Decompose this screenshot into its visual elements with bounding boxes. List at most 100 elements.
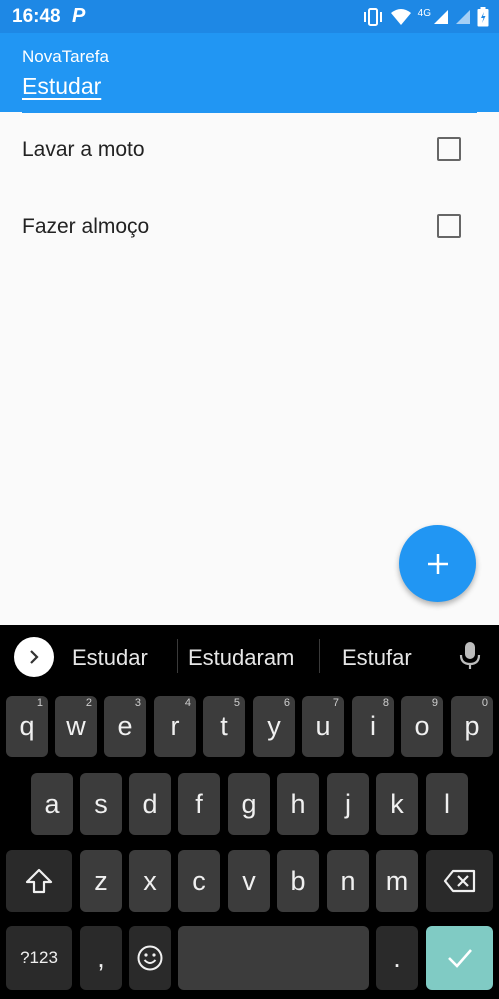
symbols-key[interactable]: ?123 [6, 926, 72, 990]
app-bar: NovaTarefa [0, 33, 499, 112]
space-key[interactable] [178, 926, 369, 990]
key-m[interactable]: m [376, 850, 418, 912]
key-label: d [142, 788, 158, 819]
shift-key[interactable] [6, 850, 72, 912]
task-checkbox[interactable] [437, 214, 461, 238]
period-key[interactable]: . [376, 926, 418, 990]
task-input[interactable] [22, 71, 482, 101]
key-q[interactable]: q1 [6, 696, 48, 757]
suggestion-divider [177, 639, 178, 673]
key-l[interactable]: l [426, 773, 468, 835]
status-bar: 16:48 P 4G [0, 0, 499, 33]
plus-icon [427, 553, 448, 574]
key-label: y [267, 711, 281, 741]
signal-icon [456, 10, 470, 24]
key-hint: 2 [85, 697, 92, 709]
add-task-button[interactable] [399, 525, 476, 602]
key-label: n [340, 865, 356, 896]
key-p[interactable]: p0 [451, 696, 493, 757]
key-s[interactable]: s [80, 773, 122, 835]
key-n[interactable]: n [327, 850, 369, 912]
key-e[interactable]: e3 [104, 696, 146, 757]
key-label: , [97, 942, 105, 973]
key-label: i [370, 711, 376, 741]
mic-icon [459, 642, 481, 669]
key-label: r [170, 711, 180, 741]
notification-icon: P [72, 5, 86, 27]
key-b[interactable]: b [277, 850, 319, 912]
key-c[interactable]: c [178, 850, 220, 912]
key-label: f [195, 788, 203, 819]
key-label: b [290, 865, 306, 896]
key-label: x [143, 865, 157, 896]
key-i[interactable]: i8 [352, 696, 394, 757]
check-icon [447, 949, 472, 968]
key-label: a [44, 788, 60, 819]
key-h[interactable]: h [277, 773, 319, 835]
emoji-icon [137, 945, 163, 971]
key-label: . [393, 942, 401, 973]
key-r[interactable]: r4 [154, 696, 196, 757]
battery-icon [477, 7, 489, 27]
status-icons: 4G [362, 5, 489, 29]
key-x[interactable]: x [129, 850, 171, 912]
key-w[interactable]: w2 [55, 696, 97, 757]
key-hint: 9 [431, 697, 438, 709]
key-label: ?123 [20, 948, 58, 967]
key-u[interactable]: u7 [302, 696, 344, 757]
key-label: w [66, 711, 86, 741]
suggestion-divider [319, 639, 320, 673]
status-time: 16:48 [12, 6, 61, 27]
key-hint: 1 [36, 697, 43, 709]
signal-icon [434, 10, 448, 24]
key-label: h [290, 788, 306, 819]
key-g[interactable]: g [228, 773, 270, 835]
shift-icon [25, 868, 53, 894]
vibrate-icon [363, 8, 382, 26]
key-label: k [390, 788, 404, 819]
list-item[interactable]: Fazer almoço [0, 202, 499, 252]
key-a[interactable]: a [31, 773, 73, 835]
task-label: Fazer almoço [22, 215, 150, 238]
key-y[interactable]: y6 [253, 696, 295, 757]
key-label: p [464, 711, 480, 741]
suggestion-item[interactable]: Estudar [72, 645, 148, 671]
enter-key[interactable] [426, 926, 493, 990]
key-label: e [117, 711, 133, 741]
app-title: NovaTarefa [22, 47, 109, 66]
suggestion-item[interactable]: Estufar [342, 645, 412, 671]
emoji-key[interactable] [129, 926, 171, 990]
key-label: l [444, 788, 450, 819]
key-label: j [345, 788, 351, 819]
key-k[interactable]: k [376, 773, 418, 835]
key-hint: 4 [184, 697, 191, 709]
task-checkbox[interactable] [437, 137, 461, 161]
key-f[interactable]: f [178, 773, 220, 835]
key-hint: 0 [481, 697, 488, 709]
key-o[interactable]: o9 [401, 696, 443, 757]
key-label: v [242, 865, 256, 896]
key-label: c [192, 865, 206, 896]
key-label: u [315, 711, 331, 741]
key-label: g [241, 788, 257, 819]
key-t[interactable]: t5 [203, 696, 245, 757]
key-j[interactable]: j [327, 773, 369, 835]
key-d[interactable]: d [129, 773, 171, 835]
mic-button[interactable] [456, 641, 484, 676]
input-underline [22, 110, 477, 113]
suggestion-strip: Estudar Estudaram Estufar [0, 625, 499, 687]
key-label: t [220, 711, 228, 741]
list-item[interactable]: Lavar a moto [0, 125, 499, 175]
expand-suggestions-button[interactable] [14, 637, 54, 677]
key-label: m [385, 865, 409, 896]
key-v[interactable]: v [228, 850, 270, 912]
chevron-right-icon [30, 650, 39, 664]
key-hint: 6 [283, 697, 290, 709]
key-label: q [19, 711, 35, 741]
key-z[interactable]: z [80, 850, 122, 912]
backspace-icon [443, 869, 475, 893]
key-label: s [94, 788, 108, 819]
backspace-key[interactable] [426, 850, 493, 912]
suggestion-item[interactable]: Estudaram [188, 645, 294, 671]
comma-key[interactable]: , [80, 926, 122, 990]
